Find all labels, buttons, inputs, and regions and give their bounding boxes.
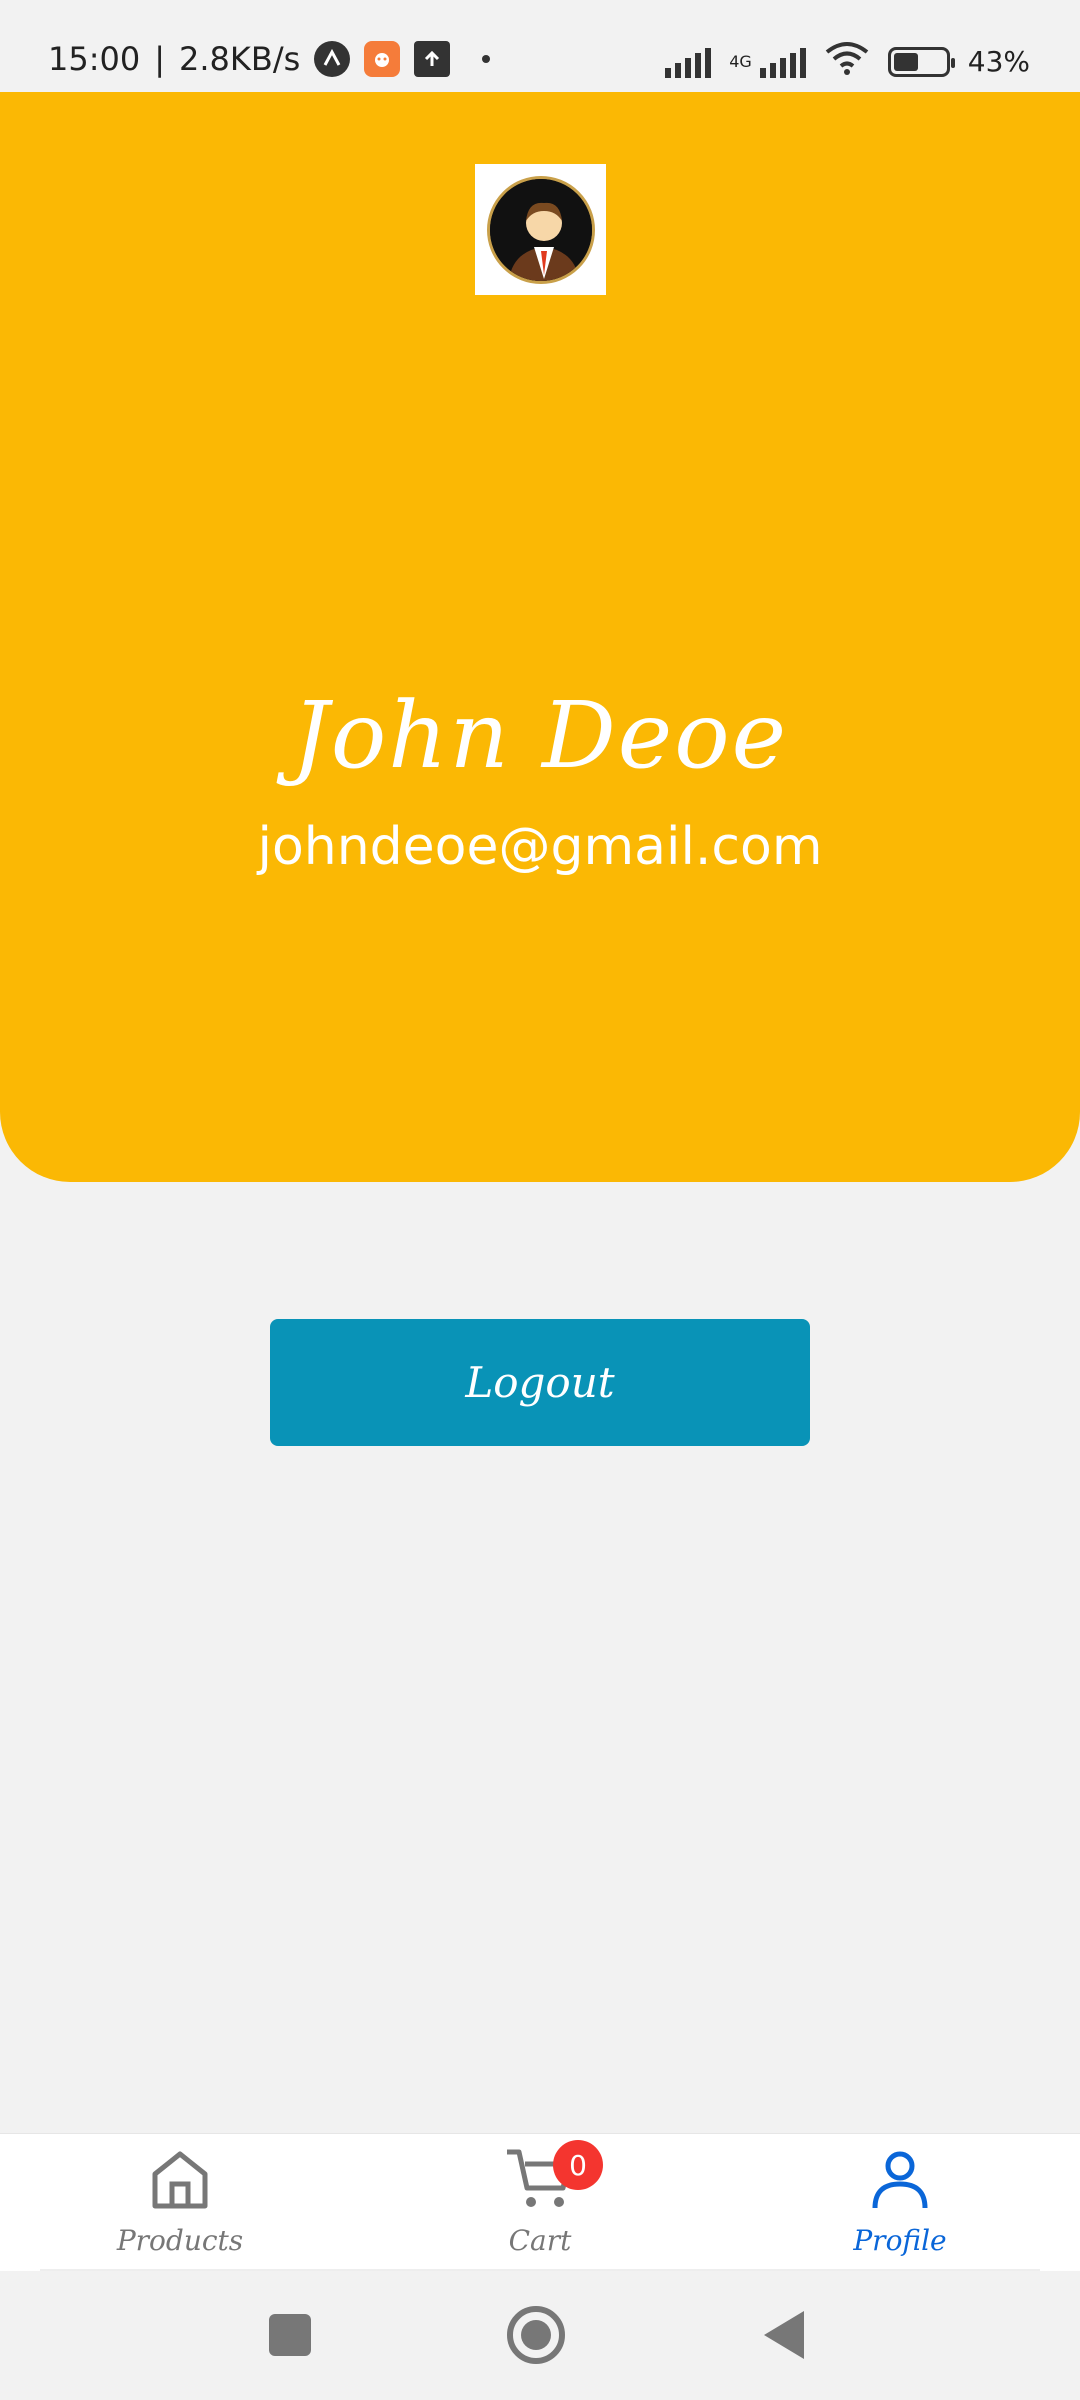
status-bar-left: 15:00 | 2.8KB/s <box>48 40 491 78</box>
battery-fill <box>893 52 918 71</box>
nav-label-products: Products <box>116 2224 244 2257</box>
cart-icon: 0 <box>505 2140 603 2214</box>
bottom-nav: Products 0 Cart Profile <box>0 2133 1080 2271</box>
nav-item-profile[interactable]: Profile <box>800 2144 1000 2264</box>
network-type-label: 4G <box>729 51 752 71</box>
system-nav <box>0 2271 1080 2400</box>
wifi-icon <box>824 40 870 83</box>
status-separator: | <box>154 40 165 78</box>
logout-button[interactable]: Logout <box>270 1319 810 1446</box>
user-icon <box>865 2144 935 2214</box>
signal-4g-icon <box>759 46 806 78</box>
upload-icon <box>414 41 451 77</box>
cat-app-icon <box>364 41 401 77</box>
home-icon <box>145 2144 215 2214</box>
profile-name: John Deoe <box>291 682 789 789</box>
cart-badge: 0 <box>553 2140 603 2190</box>
back-triangle-icon[interactable] <box>752 2303 816 2367</box>
notification-app-icon <box>314 41 351 77</box>
battery-level: 43% <box>967 45 1030 78</box>
status-time: 15:00 <box>48 40 141 78</box>
nav-item-products[interactable]: Products <box>80 2144 280 2264</box>
recents-square-icon[interactable] <box>258 2303 322 2367</box>
avatar[interactable] <box>475 164 606 295</box>
status-bar: 15:00 | 2.8KB/s 4G 43% <box>0 0 1080 92</box>
status-bar-right: 4G 43% <box>665 40 1030 83</box>
nav-item-cart[interactable]: 0 Cart <box>440 2140 640 2264</box>
profile-header: John Deoe johndeoe@gmail.com <box>0 92 1080 1182</box>
status-dot <box>482 55 491 63</box>
home-circle-icon[interactable] <box>504 2303 568 2367</box>
signal-icon <box>665 46 712 78</box>
nav-label-cart: Cart <box>508 2224 572 2257</box>
nav-label-profile: Profile <box>853 2224 947 2257</box>
profile-email: johndeoe@gmail.com <box>257 817 823 877</box>
battery-icon <box>887 46 955 77</box>
avatar-image <box>486 175 595 284</box>
network-speed: 2.8KB/s <box>179 40 301 78</box>
